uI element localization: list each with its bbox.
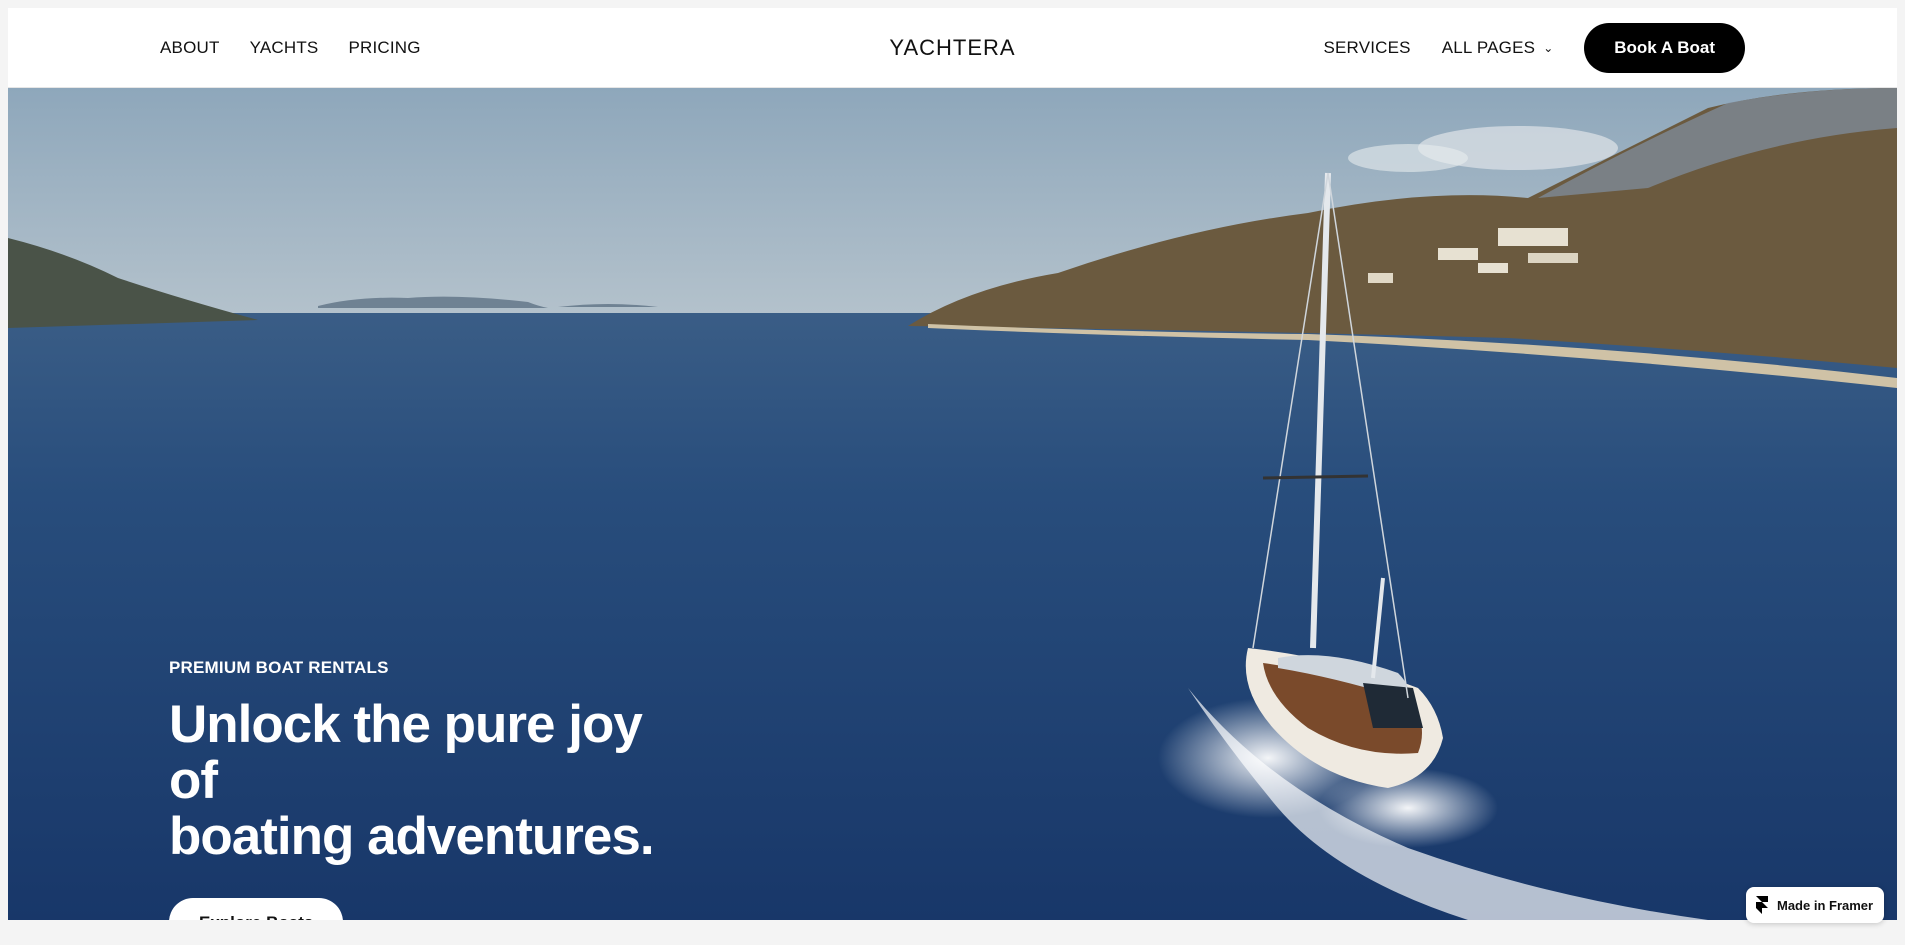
nav-link-yachts[interactable]: YACHTS <box>250 38 319 58</box>
hero-headline-line1: Unlock the pure joy of <box>169 695 643 810</box>
hero-section: PREMIUM BOAT RENTALS Unlock the pure joy… <box>8 88 1897 920</box>
all-pages-label: ALL PAGES <box>1441 38 1536 57</box>
explore-boats-button[interactable]: Explore Boats <box>169 898 344 920</box>
nav-link-services[interactable]: SERVICES <box>1323 38 1410 58</box>
framer-logo-icon <box>1756 896 1768 914</box>
all-pages-dropdown[interactable]: ALL PAGES ⌄ <box>1442 38 1554 58</box>
made-in-framer-badge[interactable]: Made in Framer <box>1746 887 1884 923</box>
hero-headline-line2: boating adventures. <box>169 807 655 866</box>
hero-eyebrow: PREMIUM BOAT RENTALS <box>169 658 389 677</box>
hero-headline: Unlock the pure joy of boating adventure… <box>169 697 689 865</box>
secondary-nav: SERVICES ALL PAGES ⌄ Book A Boat <box>1323 8 1745 88</box>
top-navbar: ABOUT YACHTS PRICING YACHTERA SERVICES A… <box>8 8 1897 88</box>
hero-content: PREMIUM BOAT RENTALS Unlock the pure joy… <box>169 658 689 920</box>
nav-link-pricing[interactable]: PRICING <box>348 38 420 58</box>
chevron-down-icon: ⌄ <box>1543 41 1554 55</box>
book-a-boat-button[interactable]: Book A Boat <box>1584 23 1745 73</box>
made-in-framer-label: Made in Framer <box>1777 897 1874 913</box>
nav-link-about[interactable]: ABOUT <box>160 38 220 58</box>
page-frame: ABOUT YACHTS PRICING YACHTERA SERVICES A… <box>8 8 1897 920</box>
primary-nav: ABOUT YACHTS PRICING <box>160 8 421 88</box>
